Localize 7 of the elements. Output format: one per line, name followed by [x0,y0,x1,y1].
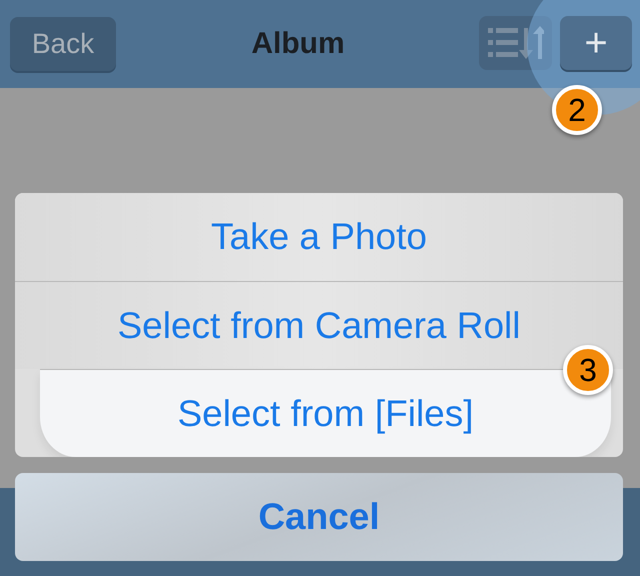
sheet-option[interactable]: Take a Photo [15,193,623,281]
sort-list-icon [488,26,544,60]
cancel-button[interactable]: Cancel [15,473,623,561]
add-button[interactable]: + [560,16,632,70]
sort-button[interactable] [479,16,552,70]
page-title: Album [250,27,346,61]
back-button[interactable]: Back [10,17,116,71]
